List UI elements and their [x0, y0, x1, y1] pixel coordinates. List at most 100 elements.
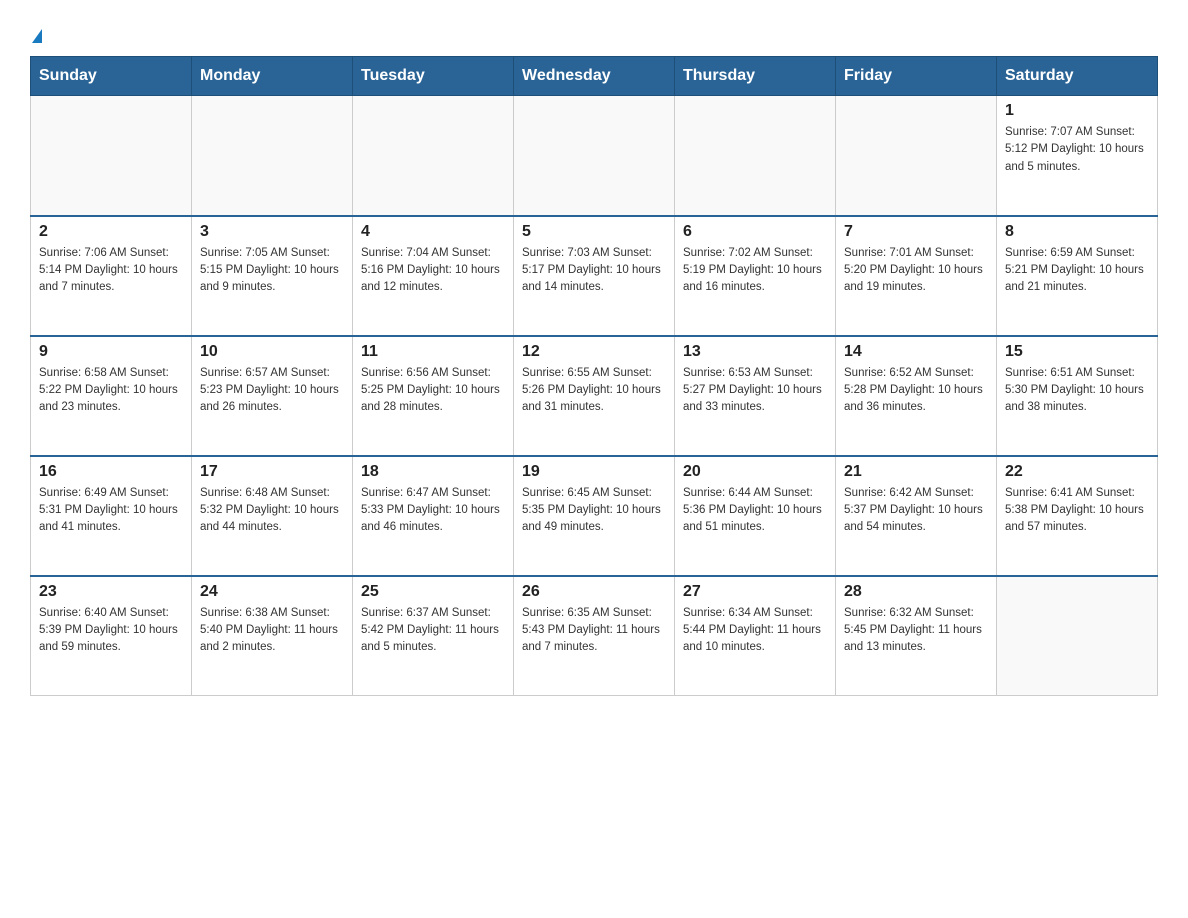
day-info: Sunrise: 6:47 AM Sunset: 5:33 PM Dayligh… — [361, 485, 505, 537]
calendar-week-row: 23 Sunrise: 6:40 AM Sunset: 5:39 PM Dayli… — [31, 576, 1158, 696]
day-info: Sunrise: 6:45 AM Sunset: 5:35 PM Dayligh… — [522, 485, 666, 537]
calendar-cell: 23 Sunrise: 6:40 AM Sunset: 5:39 PM Dayli… — [31, 576, 192, 696]
day-number: 6 — [683, 223, 827, 241]
day-info: Sunrise: 6:52 AM Sunset: 5:28 PM Dayligh… — [844, 365, 988, 417]
day-number: 22 — [1005, 463, 1149, 481]
day-number: 24 — [200, 583, 344, 601]
calendar-week-row: 9 Sunrise: 6:58 AM Sunset: 5:22 PM Daylig… — [31, 336, 1158, 456]
day-number: 7 — [844, 223, 988, 241]
calendar-cell: 11 Sunrise: 6:56 AM Sunset: 5:25 PM Dayli… — [353, 336, 514, 456]
day-info: Sunrise: 7:03 AM Sunset: 5:17 PM Dayligh… — [522, 245, 666, 297]
calendar-cell: 8 Sunrise: 6:59 AM Sunset: 5:21 PM Daylig… — [997, 216, 1158, 336]
day-number: 12 — [522, 343, 666, 361]
day-of-week-header: Monday — [192, 57, 353, 96]
calendar-cell: 19 Sunrise: 6:45 AM Sunset: 5:35 PM Dayli… — [514, 456, 675, 576]
page-header — [30, 20, 1158, 46]
day-number: 8 — [1005, 223, 1149, 241]
day-of-week-header: Saturday — [997, 57, 1158, 96]
calendar-cell — [997, 576, 1158, 696]
day-info: Sunrise: 7:04 AM Sunset: 5:16 PM Dayligh… — [361, 245, 505, 297]
day-of-week-header: Wednesday — [514, 57, 675, 96]
day-info: Sunrise: 6:40 AM Sunset: 5:39 PM Dayligh… — [39, 605, 183, 657]
calendar-cell: 13 Sunrise: 6:53 AM Sunset: 5:27 PM Dayli… — [675, 336, 836, 456]
day-info: Sunrise: 6:58 AM Sunset: 5:22 PM Dayligh… — [39, 365, 183, 417]
day-number: 13 — [683, 343, 827, 361]
day-number: 4 — [361, 223, 505, 241]
day-info: Sunrise: 7:05 AM Sunset: 5:15 PM Dayligh… — [200, 245, 344, 297]
day-info: Sunrise: 6:51 AM Sunset: 5:30 PM Dayligh… — [1005, 365, 1149, 417]
calendar-cell: 25 Sunrise: 6:37 AM Sunset: 5:42 PM Dayli… — [353, 576, 514, 696]
day-number: 21 — [844, 463, 988, 481]
calendar-cell: 9 Sunrise: 6:58 AM Sunset: 5:22 PM Daylig… — [31, 336, 192, 456]
day-info: Sunrise: 7:01 AM Sunset: 5:20 PM Dayligh… — [844, 245, 988, 297]
calendar-cell: 24 Sunrise: 6:38 AM Sunset: 5:40 PM Dayli… — [192, 576, 353, 696]
day-number: 5 — [522, 223, 666, 241]
day-of-week-header: Sunday — [31, 57, 192, 96]
day-info: Sunrise: 6:35 AM Sunset: 5:43 PM Dayligh… — [522, 605, 666, 657]
calendar-table: SundayMondayTuesdayWednesdayThursdayFrid… — [30, 56, 1158, 696]
day-info: Sunrise: 6:42 AM Sunset: 5:37 PM Dayligh… — [844, 485, 988, 537]
day-info: Sunrise: 6:55 AM Sunset: 5:26 PM Dayligh… — [522, 365, 666, 417]
day-number: 16 — [39, 463, 183, 481]
calendar-cell — [31, 96, 192, 216]
calendar-cell: 15 Sunrise: 6:51 AM Sunset: 5:30 PM Dayli… — [997, 336, 1158, 456]
day-number: 2 — [39, 223, 183, 241]
calendar-cell: 14Sunrise: 6:52 AM Sunset: 5:28 PM Dayli… — [836, 336, 997, 456]
day-info: Sunrise: 6:56 AM Sunset: 5:25 PM Dayligh… — [361, 365, 505, 417]
day-number: 9 — [39, 343, 183, 361]
calendar-cell: 4 Sunrise: 7:04 AM Sunset: 5:16 PM Daylig… — [353, 216, 514, 336]
day-number: 1 — [1005, 102, 1149, 120]
calendar-cell — [675, 96, 836, 216]
calendar-week-row: 16 Sunrise: 6:49 AM Sunset: 5:31 PM Dayli… — [31, 456, 1158, 576]
day-number: 19 — [522, 463, 666, 481]
logo — [30, 20, 42, 46]
day-info: Sunrise: 6:48 AM Sunset: 5:32 PM Dayligh… — [200, 485, 344, 537]
calendar-cell: 10 Sunrise: 6:57 AM Sunset: 5:23 PM Dayli… — [192, 336, 353, 456]
day-of-week-header: Friday — [836, 57, 997, 96]
calendar-cell — [353, 96, 514, 216]
day-info: Sunrise: 7:06 AM Sunset: 5:14 PM Dayligh… — [39, 245, 183, 297]
calendar-cell: 5 Sunrise: 7:03 AM Sunset: 5:17 PM Daylig… — [514, 216, 675, 336]
calendar-cell: 3 Sunrise: 7:05 AM Sunset: 5:15 PM Daylig… — [192, 216, 353, 336]
day-info: Sunrise: 6:41 AM Sunset: 5:38 PM Dayligh… — [1005, 485, 1149, 537]
day-number: 3 — [200, 223, 344, 241]
calendar-cell: 20 Sunrise: 6:44 AM Sunset: 5:36 PM Dayli… — [675, 456, 836, 576]
calendar-cell: 27 Sunrise: 6:34 AM Sunset: 5:44 PM Dayli… — [675, 576, 836, 696]
calendar-cell: 1 Sunrise: 7:07 AM Sunset: 5:12 PM Daylig… — [997, 96, 1158, 216]
calendar-cell: 7 Sunrise: 7:01 AM Sunset: 5:20 PM Daylig… — [836, 216, 997, 336]
day-number: 23 — [39, 583, 183, 601]
calendar-header-row: SundayMondayTuesdayWednesdayThursdayFrid… — [31, 57, 1158, 96]
day-number: 15 — [1005, 343, 1149, 361]
calendar-cell — [514, 96, 675, 216]
day-number: 11 — [361, 343, 505, 361]
day-info: Sunrise: 7:07 AM Sunset: 5:12 PM Dayligh… — [1005, 124, 1149, 176]
day-number: 18 — [361, 463, 505, 481]
day-info: Sunrise: 6:32 AM Sunset: 5:45 PM Dayligh… — [844, 605, 988, 657]
calendar-cell: 18 Sunrise: 6:47 AM Sunset: 5:33 PM Dayli… — [353, 456, 514, 576]
day-info: Sunrise: 6:38 AM Sunset: 5:40 PM Dayligh… — [200, 605, 344, 657]
calendar-cell: 22 Sunrise: 6:41 AM Sunset: 5:38 PM Dayli… — [997, 456, 1158, 576]
day-info: Sunrise: 6:49 AM Sunset: 5:31 PM Dayligh… — [39, 485, 183, 537]
day-number: 20 — [683, 463, 827, 481]
day-info: Sunrise: 7:02 AM Sunset: 5:19 PM Dayligh… — [683, 245, 827, 297]
day-info: Sunrise: 6:44 AM Sunset: 5:36 PM Dayligh… — [683, 485, 827, 537]
day-number: 10 — [200, 343, 344, 361]
day-info: Sunrise: 6:57 AM Sunset: 5:23 PM Dayligh… — [200, 365, 344, 417]
calendar-cell — [836, 96, 997, 216]
day-info: Sunrise: 6:59 AM Sunset: 5:21 PM Dayligh… — [1005, 245, 1149, 297]
day-of-week-header: Tuesday — [353, 57, 514, 96]
calendar-cell: 12 Sunrise: 6:55 AM Sunset: 5:26 PM Dayli… — [514, 336, 675, 456]
calendar-cell — [192, 96, 353, 216]
calendar-cell: 17Sunrise: 6:48 AM Sunset: 5:32 PM Dayli… — [192, 456, 353, 576]
day-info: Sunrise: 6:37 AM Sunset: 5:42 PM Dayligh… — [361, 605, 505, 657]
day-number: 26 — [522, 583, 666, 601]
day-number: 25 — [361, 583, 505, 601]
day-info: Sunrise: 6:53 AM Sunset: 5:27 PM Dayligh… — [683, 365, 827, 417]
day-number: 27 — [683, 583, 827, 601]
calendar-week-row: 2 Sunrise: 7:06 AM Sunset: 5:14 PM Daylig… — [31, 216, 1158, 336]
logo-triangle-icon — [32, 29, 42, 43]
day-info: Sunrise: 6:34 AM Sunset: 5:44 PM Dayligh… — [683, 605, 827, 657]
calendar-cell: 21 Sunrise: 6:42 AM Sunset: 5:37 PM Dayli… — [836, 456, 997, 576]
calendar-cell: 26 Sunrise: 6:35 AM Sunset: 5:43 PM Dayli… — [514, 576, 675, 696]
calendar-cell: 2 Sunrise: 7:06 AM Sunset: 5:14 PM Daylig… — [31, 216, 192, 336]
